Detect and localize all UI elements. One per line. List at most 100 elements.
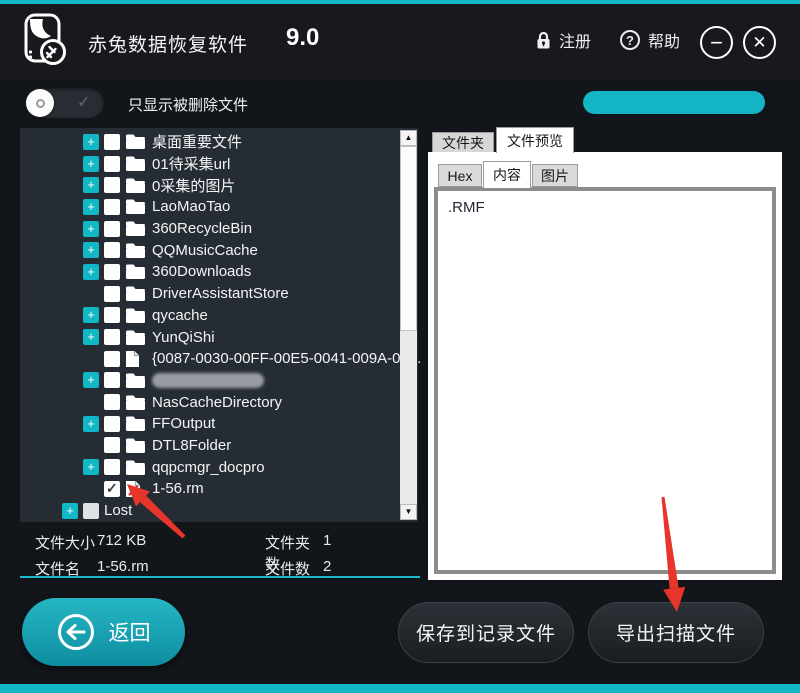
scroll-up-button[interactable]: ▲ xyxy=(400,130,417,146)
expand-icon[interactable]: + xyxy=(83,264,99,280)
checkbox[interactable] xyxy=(104,134,120,150)
tree-row[interactable]: + YunQiShi xyxy=(20,326,398,348)
close-button[interactable]: ✕ xyxy=(743,26,776,59)
preview-area[interactable]: .RMF xyxy=(434,187,776,574)
checkbox[interactable] xyxy=(104,199,120,215)
expand-icon[interactable]: + xyxy=(83,416,99,432)
folder-icon xyxy=(125,436,147,454)
checkbox[interactable] xyxy=(104,351,120,367)
expand-icon[interactable]: + xyxy=(83,177,99,193)
checkbox[interactable] xyxy=(104,416,120,432)
tree-item-label: 360Downloads xyxy=(152,263,251,280)
checkbox[interactable] xyxy=(104,221,120,237)
checkbox[interactable] xyxy=(104,372,120,388)
tab-folder[interactable]: 文件夹 xyxy=(432,132,494,153)
tree-item-label: DTL8Folder xyxy=(152,437,231,454)
expand-icon[interactable]: + xyxy=(83,459,99,475)
checkbox[interactable] xyxy=(104,264,120,280)
tree-row[interactable]: + 1-56.rm xyxy=(20,478,398,500)
checkbox[interactable] xyxy=(104,437,120,453)
tree-row[interactable]: + 01待采集url xyxy=(20,153,398,175)
export-scan-button[interactable]: 导出扫描文件 xyxy=(588,602,764,663)
checkbox[interactable] xyxy=(104,242,120,258)
tree-row[interactable]: + qqpcmgr_docpro xyxy=(20,456,398,478)
folder-icon xyxy=(125,371,147,389)
rm-file-icon xyxy=(125,480,147,498)
deleted-files-toggle[interactable]: ✓ xyxy=(25,88,104,118)
expand-icon[interactable]: + xyxy=(83,372,99,388)
export-button-label: 导出扫描文件 xyxy=(616,619,736,646)
expand-icon[interactable]: + xyxy=(83,134,99,150)
checkbox[interactable] xyxy=(104,307,120,323)
expand-icon[interactable]: + xyxy=(83,307,99,323)
tree-row[interactable]: + DTL8Folder xyxy=(20,435,398,457)
app-logo-icon xyxy=(22,12,68,68)
lock-icon xyxy=(536,31,551,50)
toggle-check-icon: ✓ xyxy=(77,93,90,111)
checkbox[interactable] xyxy=(104,177,120,193)
checkbox[interactable] xyxy=(104,394,120,410)
checkbox[interactable] xyxy=(104,156,120,172)
app-title: 赤兔数据恢复软件 xyxy=(88,30,248,57)
file-icon xyxy=(125,350,147,368)
folder-icon xyxy=(125,393,147,411)
expand-icon[interactable]: + xyxy=(83,199,99,215)
tree-row[interactable]: + 0采集的图片 xyxy=(20,174,398,196)
tree-item-label: NasCacheDirectory xyxy=(152,394,282,411)
checkbox[interactable] xyxy=(104,481,120,497)
app-version: 9.0 xyxy=(286,24,319,52)
tree-row[interactable]: + FFOutput xyxy=(20,413,398,435)
tree-item-label: QQMusicCache xyxy=(152,242,258,259)
tree-row[interactable]: + xyxy=(20,370,398,392)
expand-icon[interactable]: + xyxy=(62,503,78,519)
tree-row[interactable]: + 360Downloads xyxy=(20,261,398,283)
tree-item-label: DriverAssistantStore xyxy=(152,285,289,302)
folder-icon xyxy=(125,155,147,173)
file-tree: + 桌面重要文件 + 01待采集url + xyxy=(20,131,398,521)
tree-row[interactable]: + {0087-0030-00FF-00E5-0041-009A-00... xyxy=(20,348,398,370)
subtab-hex[interactable]: Hex xyxy=(438,164,482,187)
folder-icon xyxy=(125,133,147,151)
tab-file-preview[interactable]: 文件预览 xyxy=(496,127,574,153)
tree-row[interactable]: + qycache xyxy=(20,305,398,327)
tree-row[interactable]: + LaoMaoTao xyxy=(20,196,398,218)
subtab-image[interactable]: 图片 xyxy=(532,164,578,187)
scroll-down-button[interactable]: ▼ xyxy=(400,504,417,520)
help-button[interactable]: ? 帮助 xyxy=(620,28,680,52)
folder-icon xyxy=(125,306,147,324)
register-button[interactable]: 注册 xyxy=(536,28,591,52)
bottom-accent-strip xyxy=(0,684,800,693)
save-to-record-button[interactable]: 保存到记录文件 xyxy=(398,602,574,663)
folder-icon xyxy=(125,285,147,303)
checkbox[interactable] xyxy=(104,329,120,345)
progress-bar xyxy=(583,91,765,114)
expand-icon[interactable]: + xyxy=(83,221,99,237)
expand-icon[interactable]: + xyxy=(83,156,99,172)
tree-row[interactable]: + NasCacheDirectory xyxy=(20,391,398,413)
checkbox[interactable] xyxy=(83,503,99,519)
tree-row[interactable]: + 360RecycleBin xyxy=(20,218,398,240)
checkbox[interactable] xyxy=(104,286,120,302)
expand-icon[interactable]: + xyxy=(83,242,99,258)
expand-icon[interactable]: + xyxy=(83,329,99,345)
help-label: 帮助 xyxy=(648,28,680,52)
tree-item-label: 0采集的图片 xyxy=(152,175,235,196)
preview-content: .RMF xyxy=(448,199,485,216)
tree-item-label: {0087-0030-00FF-00E5-0041-009A-00... xyxy=(152,350,421,367)
subtab-content[interactable]: 内容 xyxy=(483,161,531,188)
toggle-knob[interactable] xyxy=(26,89,54,117)
folder-icon xyxy=(125,198,147,216)
scrollbar-thumb[interactable] xyxy=(400,146,417,331)
tree-row[interactable]: + 桌面重要文件 xyxy=(20,131,398,153)
minimize-button[interactable]: − xyxy=(700,26,733,59)
checkbox[interactable] xyxy=(104,459,120,475)
tree-row[interactable]: + Lost xyxy=(20,500,398,522)
tree-row[interactable]: + QQMusicCache xyxy=(20,239,398,261)
tree-item-label: 1-56.rm xyxy=(152,480,204,497)
back-button[interactable]: 返回 xyxy=(22,598,185,666)
tree-scrollbar[interactable]: ▲ ▼ xyxy=(400,130,417,520)
titlebar: 赤兔数据恢复软件 9.0 注册 ? 帮助 − ✕ xyxy=(0,4,800,80)
tree-row[interactable]: + DriverAssistantStore xyxy=(20,283,398,305)
tree-item-label: 桌面重要文件 xyxy=(152,131,242,152)
tree-item-label xyxy=(152,373,264,388)
